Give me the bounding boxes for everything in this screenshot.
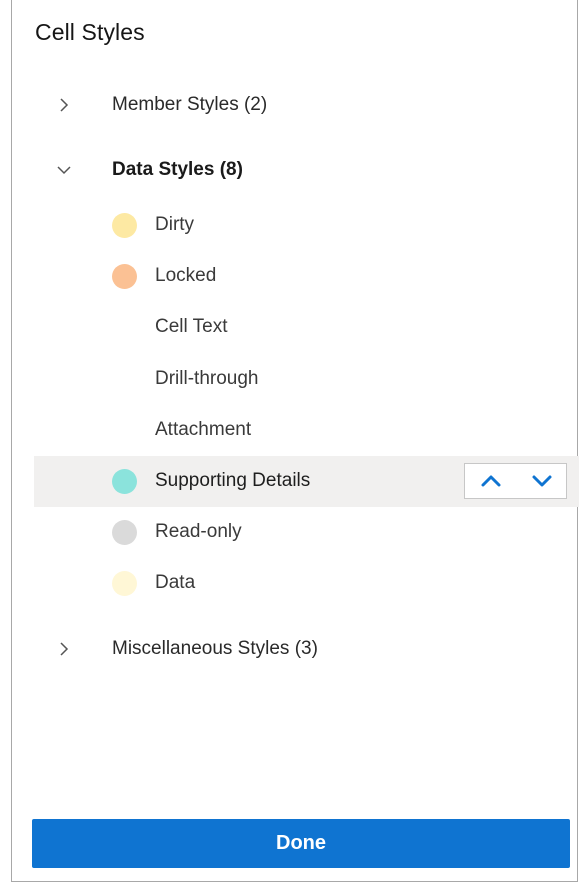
group-member-styles[interactable]: Member Styles (2) [12,85,577,125]
chevron-up-icon [481,475,501,487]
style-item-data[interactable]: Data [34,558,579,609]
style-item-supporting-details[interactable]: Supporting Details [34,456,579,507]
style-item-read-only[interactable]: Read-only [34,507,579,558]
move-down-button[interactable] [531,472,553,490]
group-label-member-styles: Member Styles (2) [112,94,268,115]
color-swatch [112,469,137,494]
panel-title: Cell Styles [35,19,145,45]
color-swatch [112,213,137,238]
style-label: Locked [155,265,217,286]
style-item-locked[interactable]: Locked [34,251,579,302]
style-item-drill-through[interactable]: Drill-through [34,354,579,405]
chevron-right-icon[interactable] [56,641,72,657]
cell-styles-panel: Cell Styles Member Styles (2) Data Style… [11,0,579,882]
style-label: Supporting Details [155,470,311,491]
move-up-button[interactable] [480,472,502,490]
group-label-miscellaneous-styles: Miscellaneous Styles (3) [112,638,318,659]
color-swatch [112,571,137,596]
reorder-controls [464,463,567,499]
chevron-right-icon[interactable] [56,97,72,113]
style-label: Data [155,572,196,593]
style-label: Drill-through [155,368,259,389]
color-swatch [112,520,137,545]
style-label: Read-only [155,521,242,542]
color-swatch [112,264,137,289]
group-label-data-styles: Data Styles (8) [112,159,243,180]
style-label: Dirty [155,214,195,235]
style-item-cell-text[interactable]: Cell Text [34,302,579,353]
style-item-attachment[interactable]: Attachment [34,405,579,456]
style-label: Attachment [155,419,252,440]
style-item-dirty[interactable]: Dirty [34,200,579,251]
chevron-down-icon [532,475,552,487]
group-miscellaneous-styles[interactable]: Miscellaneous Styles (3) [12,629,577,669]
chevron-down-icon[interactable] [56,162,72,178]
done-button[interactable]: Done [32,819,570,868]
group-data-styles[interactable]: Data Styles (8) [12,150,577,190]
style-label: Cell Text [155,316,228,337]
